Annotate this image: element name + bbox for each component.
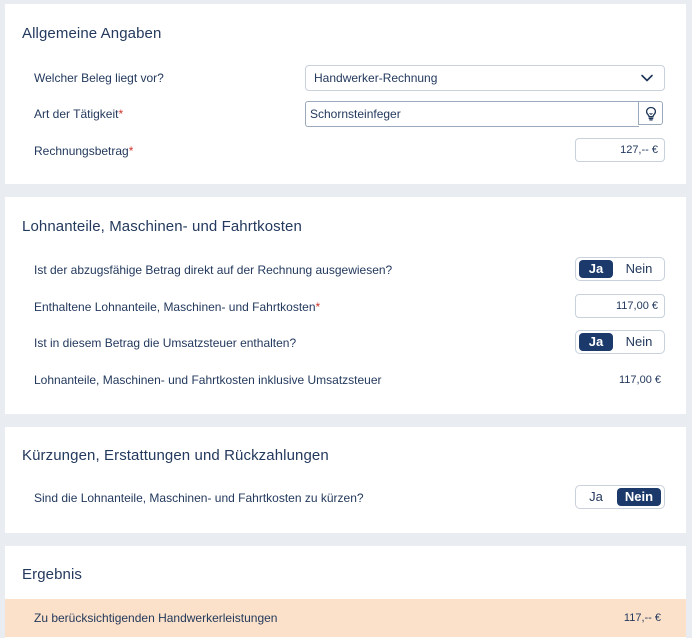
- result-label: Zu berücksichtigenden Handwerkerleistung…: [34, 611, 278, 625]
- row-kuerzen: Sind die Lohnanteile, Maschinen- und Fah…: [34, 485, 686, 511]
- section-lohn: Lohnanteile, Maschinen- und Fahrtkosten …: [5, 197, 686, 414]
- betrag-label: Rechnungsbetrag*: [34, 144, 134, 158]
- beleg-label: Welcher Beleg liegt vor?: [34, 71, 164, 85]
- section-title-lohn: Lohnanteile, Maschinen- und Fahrtkosten: [22, 218, 302, 235]
- toggle-option-nein[interactable]: Nein: [617, 260, 661, 278]
- row-ust: Ist in diesem Betrag die Umsatzsteuer en…: [34, 330, 686, 356]
- beleg-select[interactable]: Handwerker-Rechnung: [305, 65, 665, 91]
- toggle-option-nein[interactable]: Nein: [617, 488, 661, 506]
- toggle-option-ja[interactable]: Ja: [579, 333, 613, 351]
- enthaltene-input-value: 117,00 €: [615, 300, 658, 312]
- required-mark: *: [128, 144, 134, 158]
- page: Allgemeine Angaben Welcher Beleg liegt v…: [0, 0, 692, 638]
- taetigkeit-label: Art der Tätigkeit*: [34, 107, 124, 121]
- taetigkeit-input[interactable]: Schornsteinfeger: [305, 101, 639, 127]
- enthaltene-input[interactable]: 117,00 €: [575, 294, 665, 318]
- required-mark: *: [118, 107, 124, 121]
- ust-toggle[interactable]: Ja Nein: [575, 330, 665, 354]
- section-title-kuerzungen: Kürzungen, Erstattungen und Rückzahlunge…: [22, 447, 329, 464]
- kuerzen-toggle[interactable]: Ja Nein: [575, 485, 665, 509]
- toggle-option-ja[interactable]: Ja: [579, 488, 613, 506]
- beleg-select-value: Handwerker-Rechnung: [314, 71, 438, 85]
- direct-toggle[interactable]: Ja Nein: [575, 257, 665, 281]
- betrag-input[interactable]: 127,-- €: [575, 138, 665, 162]
- section-title-ergebnis: Ergebnis: [22, 566, 83, 583]
- section-title-general: Allgemeine Angaben: [22, 25, 162, 42]
- enthaltene-label: Enthaltene Lohnanteile, Maschinen- und F…: [34, 300, 321, 314]
- lightbulb-icon: [645, 106, 657, 121]
- direct-label: Ist der abzugsfähige Betrag direkt auf d…: [34, 263, 393, 277]
- chevron-down-icon: [641, 74, 653, 82]
- section-kuerzungen: Kürzungen, Erstattungen und Rückzahlunge…: [5, 427, 686, 533]
- betrag-input-value: 127,-- €: [620, 144, 658, 156]
- toggle-option-ja[interactable]: Ja: [579, 260, 613, 278]
- hint-button[interactable]: [638, 101, 663, 125]
- ust-label: Ist in diesem Betrag die Umsatzsteuer en…: [34, 336, 297, 350]
- result-value: 117,-- €: [623, 612, 661, 624]
- required-mark: *: [315, 300, 321, 314]
- row-betrag: Rechnungsbetrag* 127,-- €: [34, 138, 686, 164]
- result-row: Zu berücksichtigenden Handwerkerleistung…: [5, 599, 686, 637]
- row-beleg: Welcher Beleg liegt vor? Handwerker-Rech…: [34, 65, 686, 91]
- toggle-option-nein[interactable]: Nein: [617, 333, 661, 351]
- taetigkeit-input-value: Schornsteinfeger: [310, 107, 401, 121]
- inkl-label: Lohnanteile, Maschinen- und Fahrtkosten …: [34, 373, 382, 387]
- section-general: Allgemeine Angaben Welcher Beleg liegt v…: [5, 4, 686, 184]
- section-ergebnis: Ergebnis Zu berücksichtigenden Handwerke…: [5, 546, 686, 638]
- kuerzen-label: Sind die Lohnanteile, Maschinen- und Fah…: [34, 491, 364, 505]
- row-inkl: Lohnanteile, Maschinen- und Fahrtkosten …: [34, 367, 686, 393]
- row-taetigkeit: Art der Tätigkeit* Schornsteinfeger: [34, 101, 686, 127]
- row-direct: Ist der abzugsfähige Betrag direkt auf d…: [34, 257, 686, 283]
- inkl-value: 117,00 €: [618, 374, 661, 386]
- row-enthaltene: Enthaltene Lohnanteile, Maschinen- und F…: [34, 294, 686, 320]
